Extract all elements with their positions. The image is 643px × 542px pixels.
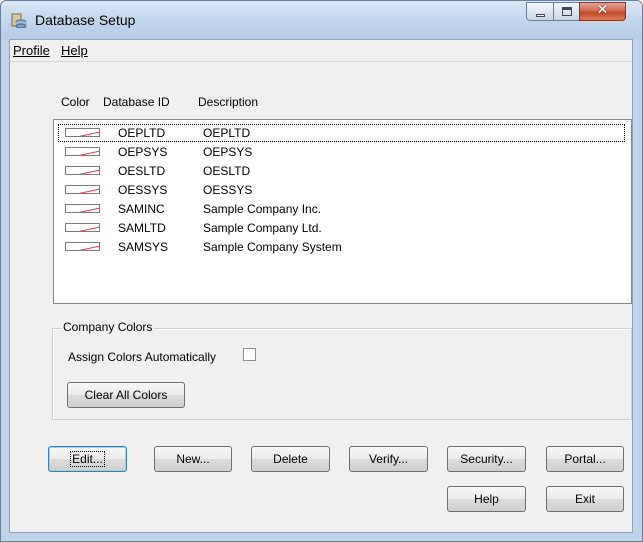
column-header-description: Description — [198, 95, 259, 109]
maximize-button[interactable] — [553, 2, 580, 21]
table-row[interactable]: SAMSYS Sample Company System — [58, 238, 625, 256]
table-row[interactable]: SAMLTD Sample Company Ltd. — [58, 219, 625, 237]
help-label: Help — [474, 492, 499, 506]
description-cell: Sample Company System — [203, 240, 342, 254]
database-id-cell: OEPLTD — [118, 126, 166, 140]
description-cell: OEPSYS — [203, 145, 253, 159]
new-label: New... — [176, 452, 210, 466]
database-list[interactable]: OEPLTD OEPLTD OEPSYS OEPSYS OESLTD OESLTD OESS… — [53, 119, 632, 304]
color-swatch — [65, 242, 100, 251]
description-cell: OEPLTD — [203, 126, 251, 140]
table-row[interactable]: SAMINC Sample Company Inc. — [58, 200, 625, 218]
window-title: Database Setup — [35, 12, 136, 28]
description-cell: OESLTD — [203, 164, 251, 178]
color-swatch — [65, 128, 100, 137]
column-header-database-id: Database ID — [103, 95, 170, 109]
security-button[interactable]: Security... — [447, 446, 526, 472]
portal-button[interactable]: Portal... — [546, 446, 624, 472]
color-swatch — [65, 223, 100, 232]
table-row[interactable]: OEPSYS OEPSYS — [58, 143, 625, 161]
help-button[interactable]: Help — [447, 486, 526, 512]
close-icon: ✕ — [596, 2, 609, 18]
edit-button[interactable]: Edit... — [48, 446, 127, 472]
company-colors-label: Company Colors — [61, 320, 155, 334]
portal-label: Portal... — [564, 452, 606, 466]
database-id-cell: OESLTD — [118, 164, 166, 178]
description-cell: Sample Company Ltd. — [203, 221, 322, 235]
column-header-color: Color — [61, 95, 90, 109]
verify-button[interactable]: Verify... — [349, 446, 428, 472]
assign-colors-checkbox[interactable] — [243, 348, 256, 361]
clear-all-colors-label: Clear All Colors — [84, 388, 168, 402]
table-row[interactable]: OESLTD OESLTD — [58, 162, 625, 180]
database-id-cell: SAMSYS — [118, 240, 169, 254]
color-swatch — [65, 204, 100, 213]
delete-label: Delete — [273, 452, 308, 466]
clear-all-colors-button[interactable]: Clear All Colors — [67, 382, 185, 408]
description-cell: OESSYS — [203, 183, 253, 197]
color-swatch — [65, 185, 100, 194]
description-cell: Sample Company Inc. — [203, 202, 322, 216]
client-area: Profile Help Color Database ID Descripti… — [9, 39, 633, 533]
maximize-icon — [562, 7, 572, 16]
exit-button[interactable]: Exit — [546, 486, 624, 512]
database-id-cell: OEPSYS — [118, 145, 168, 159]
database-setup-window: Database Setup ✕ Profile Help Color Data… — [0, 0, 643, 542]
color-swatch — [65, 166, 100, 175]
menu-profile[interactable]: Profile — [13, 43, 50, 58]
database-id-cell: SAMINC — [118, 202, 165, 216]
assign-colors-label: Assign Colors Automatically — [68, 350, 217, 364]
new-button[interactable]: New... — [154, 446, 232, 472]
delete-button[interactable]: Delete — [251, 446, 330, 472]
close-button[interactable]: ✕ — [579, 2, 626, 21]
minimize-icon — [536, 14, 545, 17]
edit-label: Edit... — [70, 451, 105, 467]
window-bottom-border — [1, 533, 642, 541]
table-row[interactable]: OEPLTD OEPLTD — [58, 124, 625, 142]
app-icon — [11, 12, 27, 29]
database-id-cell: OESSYS — [118, 183, 168, 197]
menu-bar: Profile Help — [10, 40, 632, 62]
table-row[interactable]: OESSYS OESSYS — [58, 181, 625, 199]
exit-label: Exit — [574, 492, 595, 506]
menu-help[interactable]: Help — [61, 43, 88, 58]
verify-label: Verify... — [368, 452, 409, 466]
database-id-cell: SAMLTD — [118, 221, 166, 235]
title-bar[interactable]: Database Setup ✕ — [1, 1, 642, 39]
color-swatch — [65, 147, 100, 156]
security-label: Security... — [460, 452, 513, 466]
minimize-button[interactable] — [526, 2, 554, 21]
